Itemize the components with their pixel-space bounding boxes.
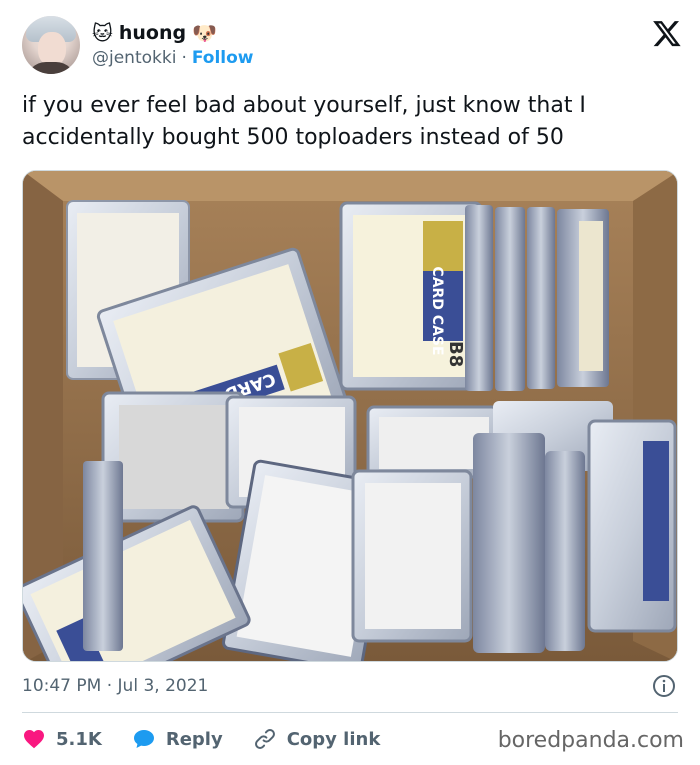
heart-icon [24, 730, 44, 749]
tweet-header: 🐱 huong 🐶 @jentokki · Follow [22, 14, 682, 78]
handle-row: @jentokki · Follow [92, 48, 254, 68]
tweet-text: if you ever feel bad about yourself, jus… [22, 93, 586, 150]
copy-link-label: Copy link [286, 728, 381, 750]
display-name[interactable]: huong [119, 22, 186, 44]
x-logo-icon[interactable] [652, 18, 682, 48]
link-icon [254, 729, 275, 749]
like-count: 5.1K [56, 728, 102, 750]
toploaders-box-image: CARD CASE B8 CARD CASE B8 [23, 171, 677, 661]
card-label-text-2: CARD CASE [429, 266, 445, 355]
cat-face-icon: 🐱 [92, 21, 113, 45]
info-icon[interactable] [652, 674, 676, 698]
avatar-shirt [26, 62, 76, 74]
divider [22, 712, 678, 713]
avatar-face [38, 32, 66, 66]
user-handle[interactable]: @jentokki [92, 48, 176, 68]
action-bar: 5.1K Reply Copy link [22, 724, 380, 754]
tweet-photo[interactable]: CARD CASE B8 CARD CASE B8 [22, 170, 678, 662]
tweet-timestamp[interactable]: 10:47 PM · Jul 3, 2021 [22, 676, 208, 696]
separator-dot: · [181, 48, 187, 68]
copy-link-button[interactable]: Copy link [253, 727, 381, 751]
card-size-text-2: B8 [445, 341, 466, 367]
reply-button[interactable]: Reply [132, 727, 223, 751]
dog-face-icon: 🐶 [192, 21, 217, 45]
like-button[interactable]: 5.1K [22, 727, 102, 751]
name-row[interactable]: 🐱 huong 🐶 [92, 20, 217, 46]
speech-bubble-icon [133, 730, 154, 748]
reply-label: Reply [165, 728, 223, 750]
watermark: boredpanda.com [497, 728, 684, 753]
follow-button[interactable]: Follow [192, 48, 254, 68]
avatar[interactable] [22, 16, 80, 74]
